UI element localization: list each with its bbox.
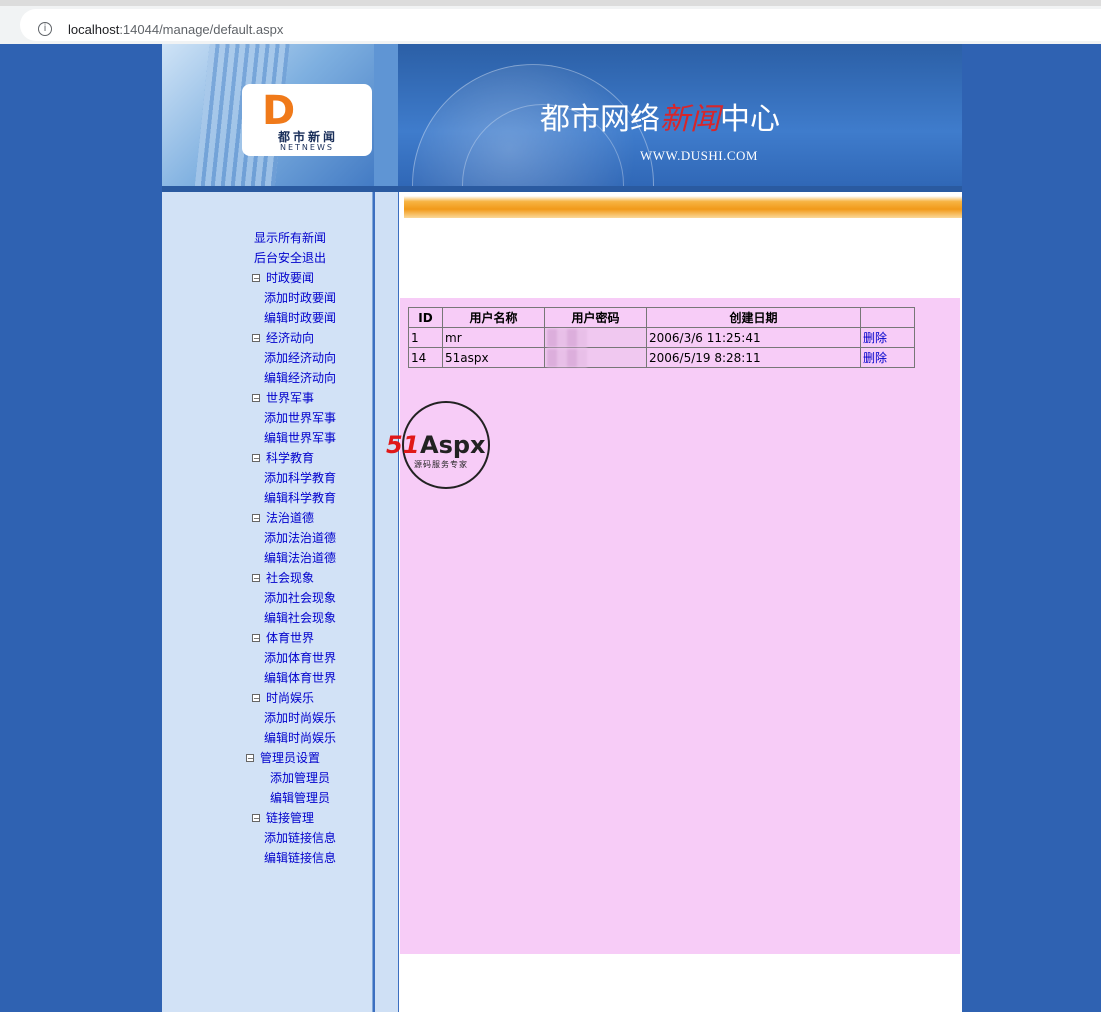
- site-title-accent: 新闻: [660, 102, 720, 137]
- collapse-icon[interactable]: −: [252, 694, 260, 703]
- url-text[interactable]: localhost:14044/manage/default.aspx: [68, 22, 283, 37]
- site-title-part2: 中心: [720, 102, 780, 137]
- cell-action: 删除: [860, 327, 915, 348]
- nav-add-sports[interactable]: 添加体育世界: [264, 651, 336, 665]
- column-header-id: ID: [408, 307, 443, 328]
- nav-add-fashion[interactable]: 添加时尚娱乐: [264, 711, 336, 725]
- cell-password: [544, 327, 647, 348]
- nav-show-all-news[interactable]: 显示所有新闻: [254, 231, 326, 245]
- delete-link[interactable]: 删除: [863, 331, 887, 345]
- site-title: 都市网络新闻中心: [540, 94, 780, 138]
- info-icon[interactable]: i: [38, 22, 52, 36]
- sidebar-gutter: [373, 192, 399, 1012]
- cell-username: 51aspx: [442, 347, 545, 368]
- url-path: :14044/manage/default.aspx: [119, 22, 284, 37]
- cell-created: 2006/3/6 11:25:41: [646, 327, 861, 348]
- url-host: localhost: [68, 22, 120, 37]
- sidebar: 显示所有新闻 后台安全退出 − 时政要闻 添加时政要闻 编辑时政要闻 − 经济动…: [162, 192, 373, 1012]
- nav-edit-sports[interactable]: 编辑体育世界: [264, 671, 336, 685]
- nav-edit-link[interactable]: 编辑链接信息: [264, 851, 336, 865]
- nav-add-admin[interactable]: 添加管理员: [270, 771, 330, 785]
- nav-section-politics[interactable]: 时政要闻: [266, 271, 314, 285]
- address-bar[interactable]: i localhost:14044/manage/default.aspx: [0, 6, 1101, 44]
- orange-title-bar: [404, 196, 962, 218]
- collapse-icon[interactable]: −: [252, 454, 260, 463]
- header-divider: [374, 44, 398, 190]
- nav-add-science[interactable]: 添加科学教育: [264, 471, 336, 485]
- column-header-password: 用户密码: [544, 307, 647, 328]
- cell-id: 1: [408, 327, 443, 348]
- cell-created: 2006/5/19 8:28:11: [646, 347, 861, 368]
- table-header-row: ID 用户名称 用户密码 创建日期: [408, 307, 915, 328]
- nav-add-politics[interactable]: 添加时政要闻: [264, 291, 336, 305]
- nav-add-military[interactable]: 添加世界军事: [264, 411, 336, 425]
- site-title-part1: 都市网络: [540, 102, 660, 137]
- nav-edit-society[interactable]: 编辑社会现象: [264, 611, 336, 625]
- collapse-icon[interactable]: −: [252, 274, 260, 283]
- nav-section-sports[interactable]: 体育世界: [266, 631, 314, 645]
- delete-link[interactable]: 删除: [863, 351, 887, 365]
- nav-section-society[interactable]: 社会现象: [266, 571, 314, 585]
- header-banner: D 都市新闻 NETNEWS 都市网络新闻中心 WWW.DUSHI.COM: [162, 44, 962, 190]
- collapse-icon[interactable]: −: [246, 754, 254, 763]
- nav-section-admin[interactable]: 管理员设置: [260, 751, 320, 765]
- watermark-brand-dark: Aspx: [420, 431, 486, 459]
- nav-logout[interactable]: 后台安全退出: [254, 251, 326, 265]
- nav-edit-military[interactable]: 编辑世界军事: [264, 431, 336, 445]
- nav-section-fashion[interactable]: 时尚娱乐: [266, 691, 314, 705]
- column-header-action: [860, 307, 915, 328]
- watermark-logo: 51 Aspx 源码服务专家: [386, 401, 510, 501]
- watermark-brand-red: 51: [386, 431, 420, 459]
- page-container: D 都市新闻 NETNEWS 都市网络新闻中心 WWW.DUSHI.COM 显示…: [162, 44, 962, 1012]
- logo-english: NETNEWS: [280, 143, 334, 152]
- watermark-tagline: 源码服务专家: [414, 460, 468, 469]
- nav-section-military[interactable]: 世界军事: [266, 391, 314, 405]
- site-url: WWW.DUSHI.COM: [640, 148, 758, 163]
- table-row: 1 mr 2006/3/6 11:25:41 删除: [408, 327, 915, 348]
- admin-users-table: ID 用户名称 用户密码 创建日期 1 mr 2006/3/6 11:25:41…: [408, 307, 915, 368]
- collapse-icon[interactable]: −: [252, 634, 260, 643]
- nav-edit-law[interactable]: 编辑法治道德: [264, 551, 336, 565]
- nav-section-links[interactable]: 链接管理: [266, 811, 314, 825]
- nav-add-economy[interactable]: 添加经济动向: [264, 351, 336, 365]
- column-header-created: 创建日期: [646, 307, 861, 328]
- password-mask: [547, 348, 587, 367]
- nav-add-law[interactable]: 添加法治道德: [264, 531, 336, 545]
- nav-edit-fashion[interactable]: 编辑时尚娱乐: [264, 731, 336, 745]
- nav-edit-science[interactable]: 编辑科学教育: [264, 491, 336, 505]
- nav-section-economy[interactable]: 经济动向: [266, 331, 314, 345]
- collapse-icon[interactable]: −: [252, 514, 260, 523]
- nav-add-society[interactable]: 添加社会现象: [264, 591, 336, 605]
- cell-username: mr: [442, 327, 545, 348]
- collapse-icon[interactable]: −: [252, 814, 260, 823]
- collapse-icon[interactable]: −: [252, 394, 260, 403]
- nav-edit-economy[interactable]: 编辑经济动向: [264, 371, 336, 385]
- cell-password: [544, 347, 647, 368]
- cell-id: 14: [408, 347, 443, 368]
- collapse-icon[interactable]: −: [252, 334, 260, 343]
- column-header-username: 用户名称: [442, 307, 545, 328]
- table-row: 14 51aspx 2006/5/19 8:28:11 删除: [408, 347, 915, 368]
- nav-edit-politics[interactable]: 编辑时政要闻: [264, 311, 336, 325]
- nav-section-science[interactable]: 科学教育: [266, 451, 314, 465]
- content-panel: ID 用户名称 用户密码 创建日期 1 mr 2006/3/6 11:25:41…: [386, 298, 960, 954]
- nav-add-link[interactable]: 添加链接信息: [264, 831, 336, 845]
- cell-action: 删除: [860, 347, 915, 368]
- nav-section-law[interactable]: 法治道德: [266, 511, 314, 525]
- nav-edit-admin[interactable]: 编辑管理员: [270, 791, 330, 805]
- main-content: ID 用户名称 用户密码 创建日期 1 mr 2006/3/6 11:25:41…: [386, 192, 962, 1012]
- collapse-icon[interactable]: −: [252, 574, 260, 583]
- password-mask: [547, 328, 587, 347]
